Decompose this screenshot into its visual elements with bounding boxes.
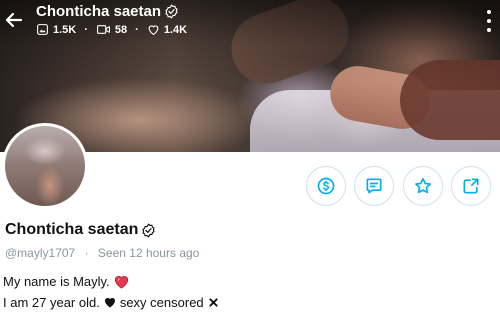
message-icon [366, 178, 382, 194]
profile-name-row: Chonticha saetan [5, 221, 156, 239]
star-icon [415, 178, 431, 194]
seen-label: Seen [97, 246, 126, 260]
tip-button[interactable] [306, 166, 346, 206]
favorite-button[interactable] [403, 166, 443, 206]
heart-icon [148, 25, 159, 36]
cross-mark-icon [209, 298, 218, 307]
bio-line-2-tail: sexy censored [119, 295, 204, 310]
share-button[interactable] [451, 166, 491, 206]
bio-line-2-text: I am 27 year old. [3, 295, 100, 310]
dollar-icon [317, 177, 335, 195]
profile-meta: @mayly1707 · Seen 12 hours ago [5, 246, 200, 260]
bio-line-1: My name is Mayly. [3, 274, 129, 289]
top-bar: Chonticha saetan 1.5K · 58 · 1.4K [0, 0, 500, 44]
header-title-text: Chonticha saetan [36, 3, 162, 20]
profile-handle[interactable]: @mayly1707 [5, 246, 75, 260]
profile-name: Chonticha saetan [5, 221, 139, 238]
header-title: Chonticha saetan [36, 3, 179, 20]
image-icon [37, 24, 48, 35]
red-heart-icon [114, 275, 128, 289]
black-heart-icon [104, 297, 115, 308]
likes-count: 1.4K [163, 23, 188, 36]
kebab-menu-icon[interactable] [484, 10, 494, 32]
bio-line-1-text: My name is Mayly. [3, 274, 110, 289]
video-count: 58 [114, 23, 128, 36]
bio-line-2: I am 27 year old. sexy censored [3, 295, 219, 310]
arrow-left-icon [5, 12, 23, 28]
header-stats: 1.5K · 58 · 1.4K [36, 23, 187, 36]
media-count: 1.5K [53, 23, 77, 36]
message-button[interactable] [354, 166, 394, 206]
back-button[interactable] [2, 8, 26, 32]
seen-time: 12 hours ago [129, 246, 200, 260]
share-icon [463, 178, 479, 194]
video-icon [96, 25, 110, 34]
verified-badge-icon [165, 4, 178, 19]
verified-badge-icon [142, 222, 156, 238]
profile-actions [0, 166, 500, 206]
